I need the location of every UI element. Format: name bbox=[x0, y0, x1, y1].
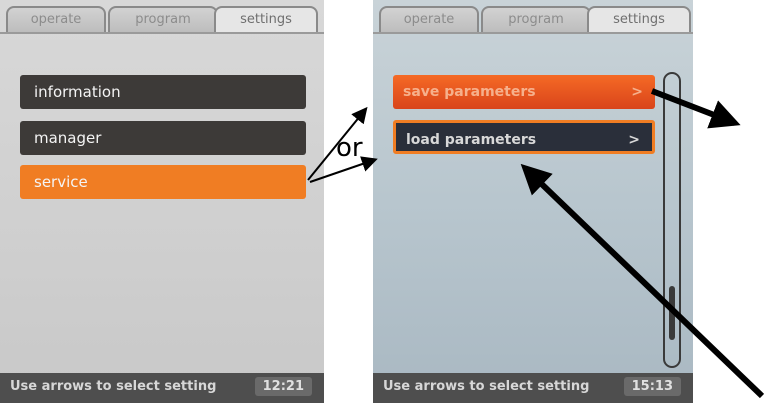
arrow-to-load bbox=[309, 156, 378, 183]
tab-settings[interactable]: settings bbox=[587, 6, 691, 32]
tab-settings[interactable]: settings bbox=[214, 6, 318, 32]
annotation-arrows bbox=[307, 88, 765, 399]
arrow-to-save bbox=[307, 106, 368, 181]
arrow-save-out bbox=[650, 88, 741, 129]
arrow-to-load-from-corner bbox=[520, 163, 765, 399]
